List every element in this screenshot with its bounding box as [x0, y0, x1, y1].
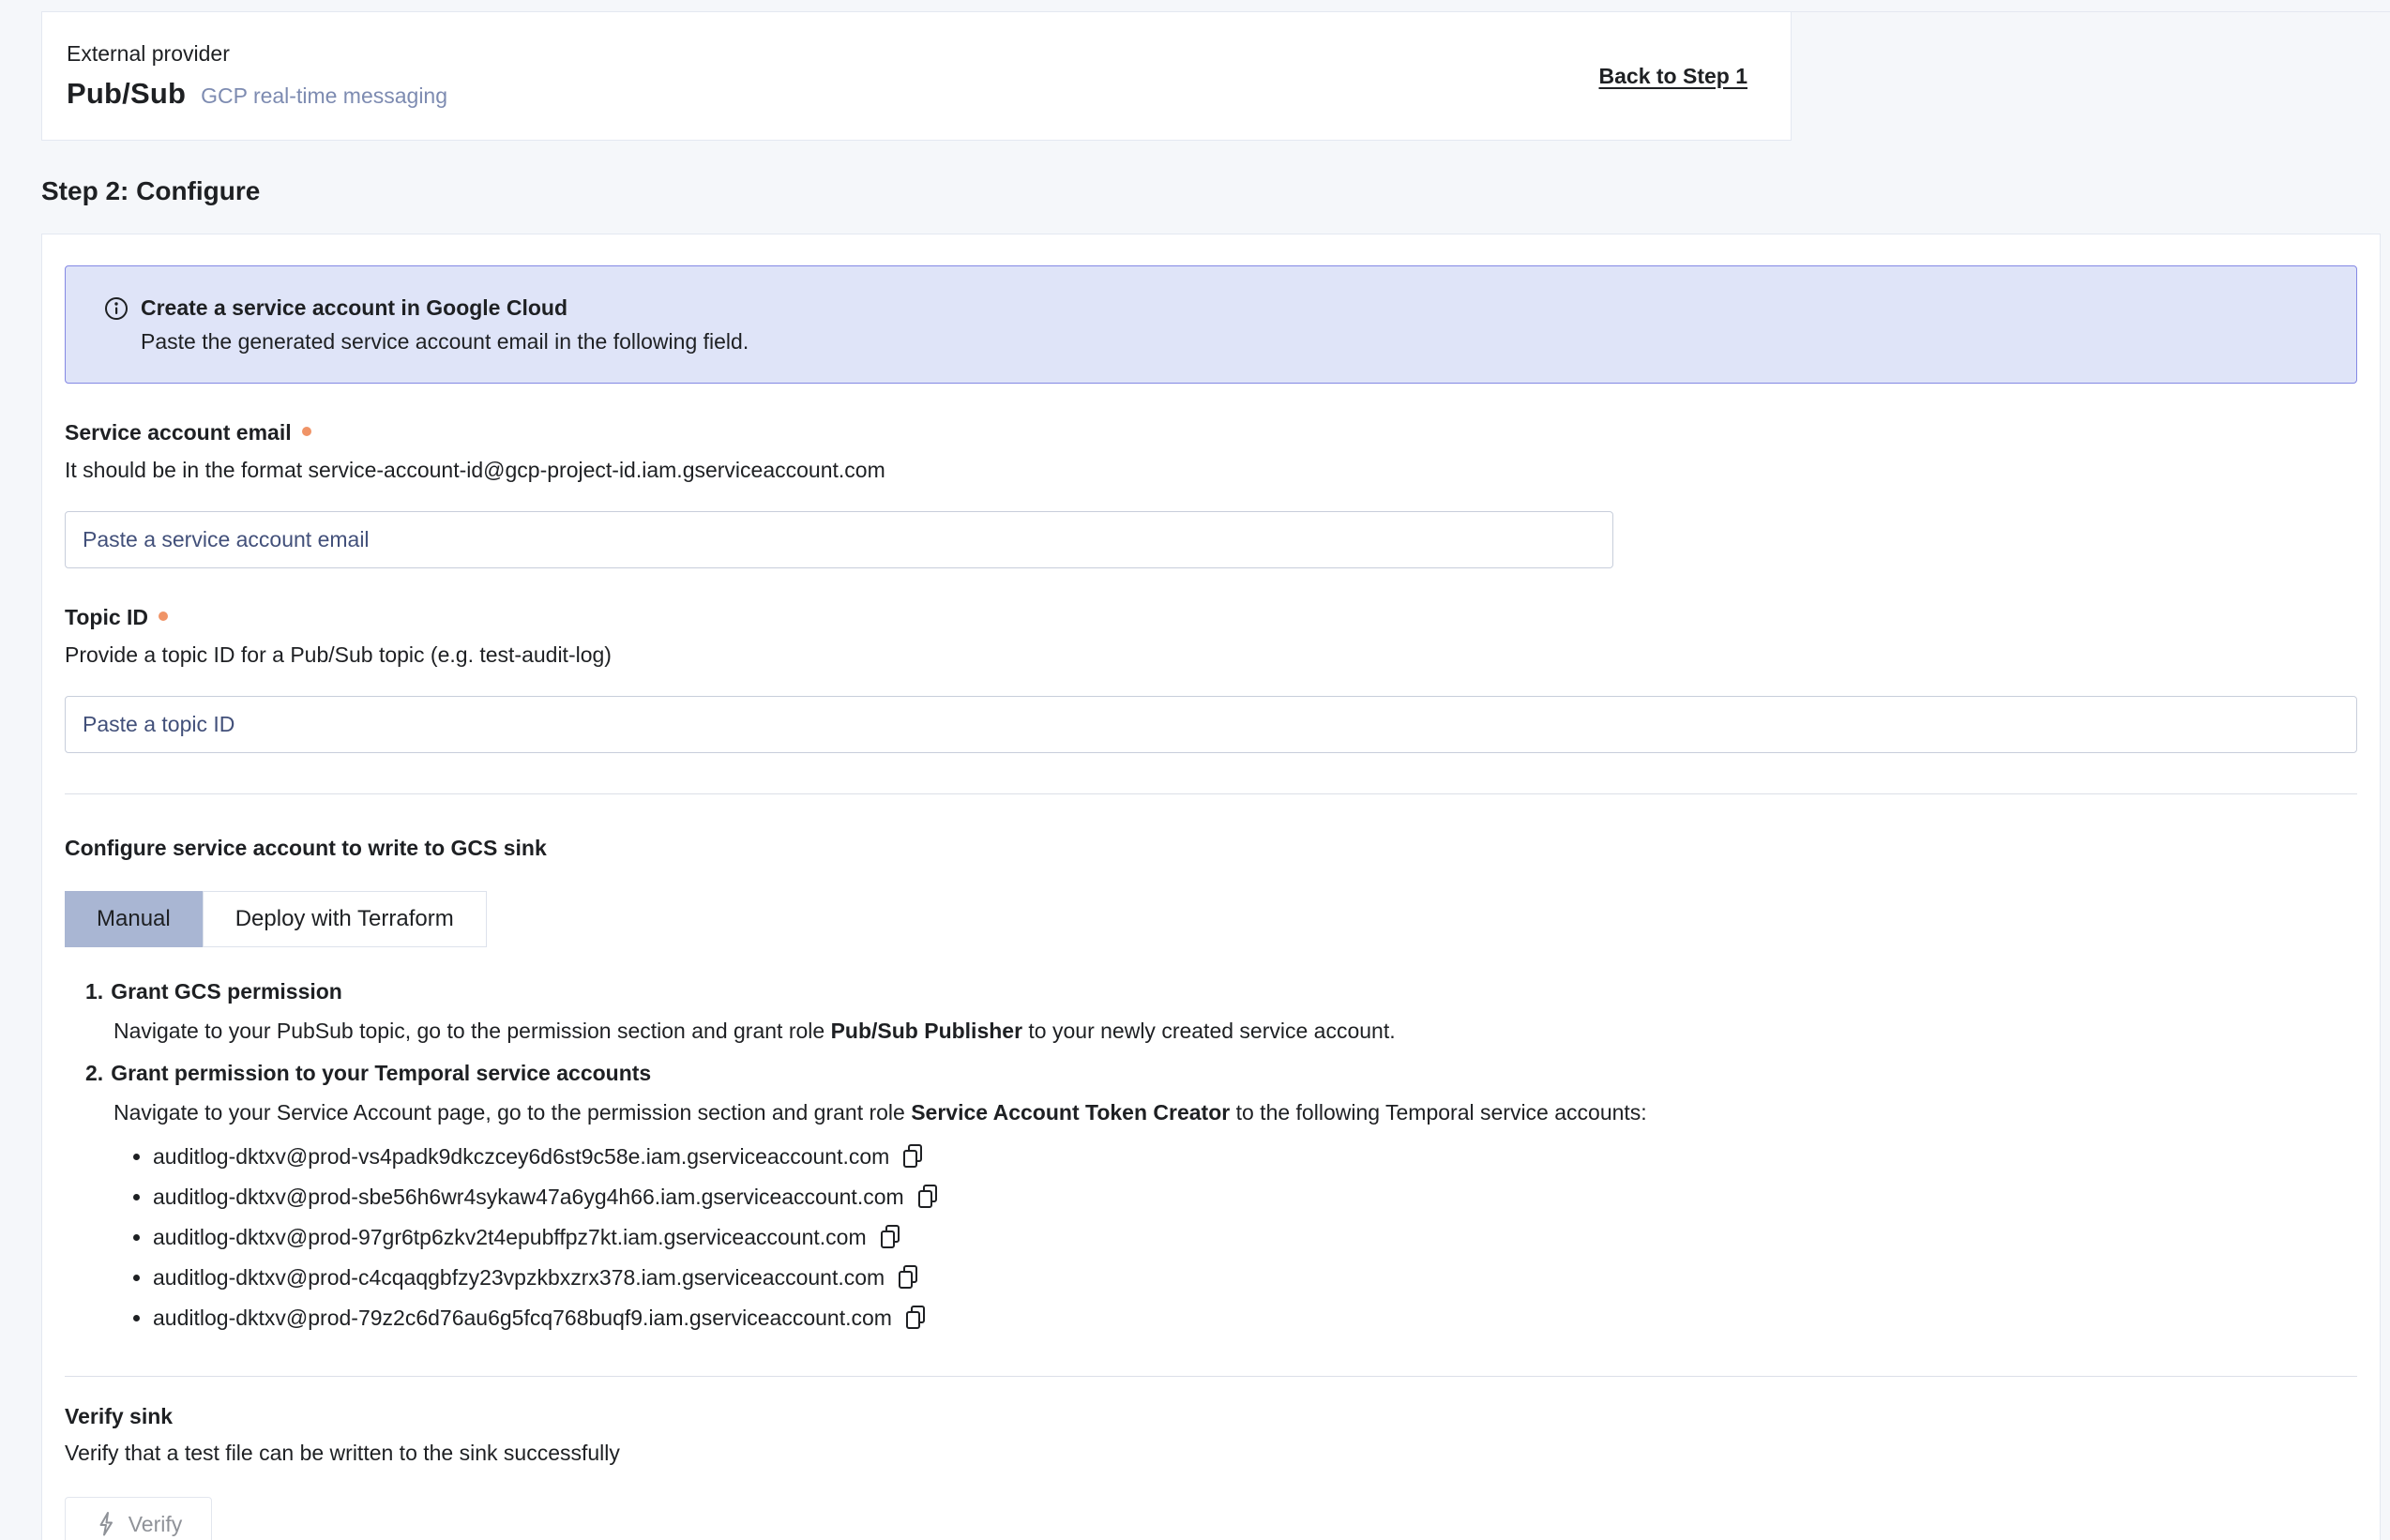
- verify-sink-description: Verify that a test file can be written t…: [65, 1441, 2357, 1466]
- section-divider: [65, 1376, 2357, 1377]
- step-title: Grant GCS permission: [111, 979, 342, 1004]
- verify-button-label: Verify: [129, 1512, 183, 1537]
- instruction-step-1: 1. Grant GCS permission Navigate to your…: [85, 979, 2357, 1044]
- step-title: Grant permission to your Temporal servic…: [111, 1061, 651, 1086]
- step-number: 2.: [85, 1061, 103, 1086]
- configure-card: Create a service account in Google Cloud…: [41, 234, 2381, 1540]
- role-name: Service Account Token Creator: [911, 1100, 1230, 1125]
- step-body-text: to your newly created service account.: [1022, 1019, 1396, 1043]
- list-item: auditlog-dktxv@prod-vs4padk9dkczcey6d6st…: [153, 1139, 2357, 1174]
- service-account-email: auditlog-dktxv@prod-c4cqaqgbfzy23vpzkbxz…: [153, 1260, 885, 1295]
- required-indicator: [302, 427, 311, 436]
- step-body-text: Navigate to your PubSub topic, go to the…: [113, 1019, 831, 1043]
- lightning-bolt-icon: [95, 1510, 117, 1538]
- info-banner: Create a service account in Google Cloud…: [65, 265, 2357, 384]
- instruction-step-2: 2. Grant permission to your Temporal ser…: [85, 1061, 2357, 1336]
- step-body: Navigate to your Service Account page, g…: [85, 1100, 2357, 1125]
- copy-icon[interactable]: [896, 1263, 921, 1291]
- info-icon: [104, 296, 129, 321]
- list-item: auditlog-dktxv@prod-c4cqaqgbfzy23vpzkbxz…: [153, 1260, 2357, 1295]
- service-account-email: auditlog-dktxv@prod-79z2c6d76au6g5fcq768…: [153, 1300, 892, 1336]
- role-name: Pub/Sub Publisher: [831, 1019, 1022, 1043]
- required-indicator: [159, 611, 168, 621]
- service-account-email: auditlog-dktxv@prod-sbe56h6wr4sykaw47a6y…: [153, 1179, 904, 1215]
- sink-config-tabs: Manual Deploy with Terraform: [65, 891, 2357, 947]
- service-account-email-label: Service account email: [65, 420, 292, 445]
- service-account-email: auditlog-dktxv@prod-vs4padk9dkczcey6d6st…: [153, 1139, 889, 1174]
- step-body-text: Navigate to your Service Account page, g…: [113, 1100, 911, 1125]
- topic-id-input[interactable]: [65, 696, 2357, 753]
- list-item: auditlog-dktxv@prod-sbe56h6wr4sykaw47a6y…: [153, 1179, 2357, 1215]
- list-item: auditlog-dktxv@prod-97gr6tp6zkv2t4epubff…: [153, 1219, 2357, 1255]
- back-to-step-1-link[interactable]: Back to Step 1: [1599, 64, 1748, 89]
- provider-description: GCP real-time messaging: [201, 83, 447, 109]
- topic-id-field: Topic ID Provide a topic ID for a Pub/Su…: [65, 605, 2357, 753]
- section-divider: [65, 793, 2357, 794]
- banner-title: Create a service account in Google Cloud: [141, 295, 567, 321]
- step-body: Navigate to your PubSub topic, go to the…: [85, 1019, 2357, 1044]
- temporal-service-account-list: auditlog-dktxv@prod-vs4padk9dkczcey6d6st…: [85, 1139, 2357, 1336]
- service-account-email: auditlog-dktxv@prod-97gr6tp6zkv2t4epubff…: [153, 1219, 867, 1255]
- provider-header-card: External provider Pub/Sub GCP real-time …: [41, 11, 1792, 141]
- service-account-email-input[interactable]: [65, 511, 1613, 568]
- topic-id-helper: Provide a topic ID for a Pub/Sub topic (…: [65, 642, 2357, 668]
- verify-button[interactable]: Verify: [65, 1497, 212, 1540]
- configure-section-title: Configure service account to write to GC…: [65, 836, 2357, 861]
- tab-deploy-with-terraform[interactable]: Deploy with Terraform: [203, 891, 487, 947]
- copy-icon[interactable]: [915, 1183, 941, 1211]
- service-account-email-field: Service account email It should be in th…: [65, 420, 2357, 568]
- page: External provider Pub/Sub GCP real-time …: [0, 0, 2390, 1540]
- tab-manual[interactable]: Manual: [65, 891, 203, 947]
- copy-icon[interactable]: [903, 1304, 929, 1332]
- verify-sink-title: Verify sink: [65, 1404, 2357, 1429]
- external-provider-label: External provider: [67, 41, 447, 67]
- page-title: Step 2: Configure: [41, 176, 2390, 206]
- copy-icon[interactable]: [878, 1223, 903, 1251]
- topic-id-label: Topic ID: [65, 605, 148, 630]
- copy-icon[interactable]: [900, 1142, 926, 1170]
- list-item: auditlog-dktxv@prod-79z2c6d76au6g5fcq768…: [153, 1300, 2357, 1336]
- manual-instructions: 1. Grant GCS permission Navigate to your…: [65, 979, 2357, 1336]
- provider-name: Pub/Sub: [67, 77, 186, 111]
- step-number: 1.: [85, 979, 103, 1004]
- step-body-text: to the following Temporal service accoun…: [1230, 1100, 1646, 1125]
- banner-body: Paste the generated service account emai…: [104, 329, 2328, 355]
- provider-info: External provider Pub/Sub GCP real-time …: [67, 41, 447, 111]
- service-account-email-helper: It should be in the format service-accou…: [65, 458, 2357, 483]
